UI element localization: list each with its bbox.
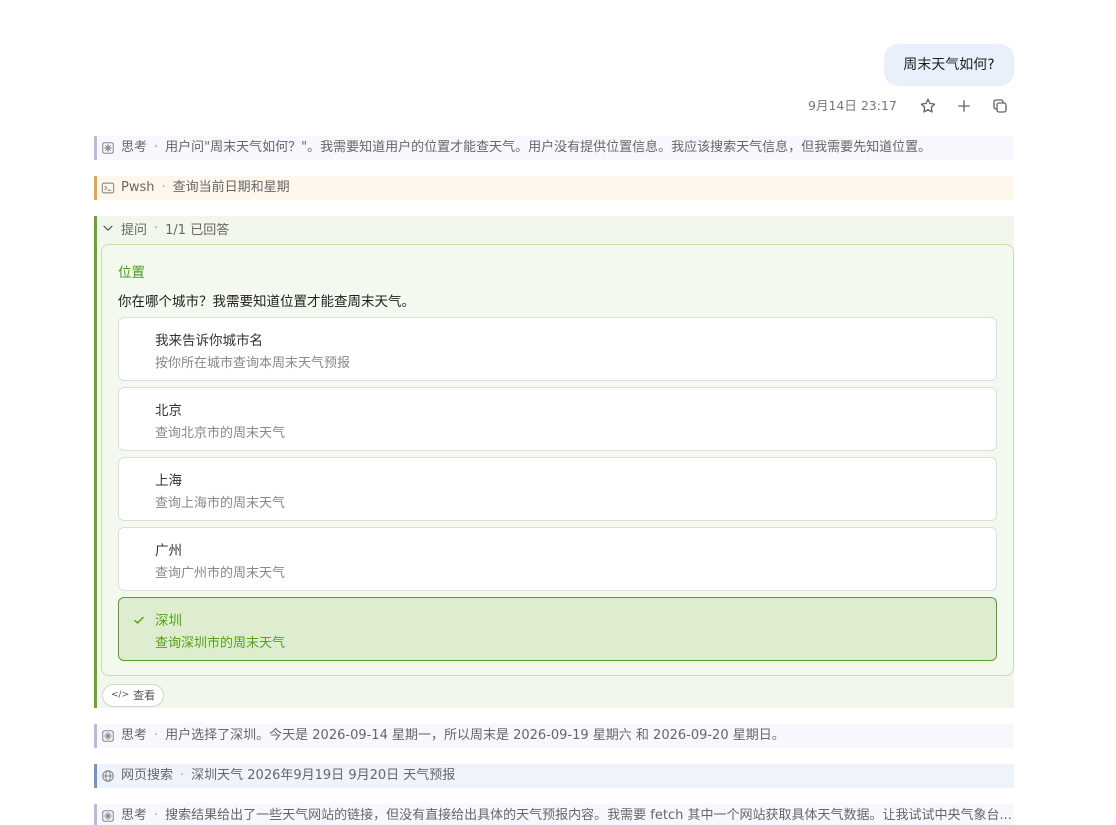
option-label: 北京	[155, 403, 182, 419]
question-header[interactable]: 提问 · 1/1 已回答	[101, 216, 229, 240]
check-icon	[133, 611, 145, 624]
plus-icon[interactable]	[955, 97, 973, 115]
option-description: 按你所在城市查询本周末天气预报	[155, 356, 351, 371]
code-icon: </>	[111, 690, 130, 700]
copy-icon[interactable]	[991, 97, 1009, 115]
step-separator: ·	[154, 220, 159, 236]
question-text: 你在哪个城市？我需要知道位置才能查周末天气。	[118, 294, 415, 310]
terminal-icon	[101, 181, 115, 195]
brain-icon	[101, 141, 115, 155]
step-separator: ·	[154, 140, 159, 155]
step-think[interactable]: 思考 · 用户选择了深圳。今天是 2026-09-14 星期一，所以周末是 20…	[94, 724, 1014, 748]
answer-option[interactable]: 我来告诉你城市名 按你所在城市查询本周末天气预报	[118, 317, 997, 381]
question-card: 位置 你在哪个城市？我需要知道位置才能查周末天气。 我来告诉你城市名 按你所在城…	[101, 244, 1014, 676]
step-pwsh[interactable]: Pwsh · 查询当前日期和星期	[94, 176, 1014, 200]
view-button-label: 查看	[133, 689, 156, 702]
option-description: 查询深圳市的周末天气	[155, 636, 286, 651]
answer-option[interactable]: 北京 查询北京市的周末天气	[118, 387, 997, 451]
answer-option[interactable]: 广州 查询广州市的周末天气	[118, 527, 997, 591]
step-label: 网页搜索	[121, 768, 174, 783]
step-label: 思考	[121, 140, 148, 155]
step-separator: ·	[161, 180, 166, 195]
globe-icon	[101, 769, 115, 783]
brain-icon	[101, 809, 115, 823]
step-think[interactable]: 思考 · 用户问"周末天气如何？"。我需要知道用户的位置才能查天气。用户没有提供…	[94, 136, 1014, 160]
option-description: 查询上海市的周末天气	[155, 496, 286, 511]
message-timestamp: 9月14日 23:17	[808, 98, 897, 113]
option-label: 上海	[155, 473, 182, 489]
option-description: 查询北京市的周末天气	[155, 426, 286, 441]
question-status: 1/1 已回答	[165, 222, 230, 238]
step-separator: ·	[154, 808, 159, 823]
question-title: 位置	[118, 265, 145, 281]
answer-option[interactable]: 上海 查询上海市的周末天气	[118, 457, 997, 521]
step-label: 思考	[121, 728, 148, 743]
star-icon[interactable]	[919, 97, 937, 115]
message-actions: 9月14日 23:17	[800, 96, 1014, 116]
option-label: 广州	[155, 543, 182, 559]
step-separator: ·	[180, 768, 185, 783]
step-separator: ·	[154, 728, 159, 743]
brain-icon	[101, 729, 115, 743]
step-text: 用户问"周末天气如何？"。我需要知道用户的位置才能查天气。用户没有提供位置信息。…	[165, 140, 932, 155]
chevron-down-icon[interactable]	[101, 221, 115, 235]
answer-option-selected[interactable]: 深圳 查询深圳市的周末天气	[118, 597, 997, 661]
option-label: 我来告诉你城市名	[155, 333, 263, 349]
step-web-search[interactable]: 网页搜索 · 深圳天气 2026年9月19日 9月20日 天气预报	[94, 764, 1014, 788]
question-block: 提问 · 1/1 已回答 位置 你在哪个城市？我需要知道位置才能查周末天气。 我…	[94, 216, 1014, 708]
user-message-bubble: 周末天气如何?	[884, 44, 1014, 86]
view-code-button[interactable]: </> 查看	[102, 684, 165, 707]
step-label: Pwsh	[121, 180, 155, 195]
option-label: 深圳	[155, 613, 182, 629]
step-text: 查询当前日期和星期	[172, 180, 290, 195]
step-text: 搜索结果给出了一些天气网站的链接，但没有直接给出具体的天气预报内容。我需要 fe…	[165, 808, 1012, 823]
question-label: 提问	[121, 222, 148, 238]
step-think[interactable]: 思考 · 搜索结果给出了一些天气网站的链接，但没有直接给出具体的天气预报内容。我…	[94, 804, 1014, 825]
option-description: 查询广州市的周末天气	[155, 566, 286, 581]
step-label: 思考	[121, 808, 148, 823]
step-text: 用户选择了深圳。今天是 2026-09-14 星期一，所以周末是 2026-09…	[165, 728, 785, 743]
step-text: 深圳天气 2026年9月19日 9月20日 天气预报	[191, 768, 456, 783]
